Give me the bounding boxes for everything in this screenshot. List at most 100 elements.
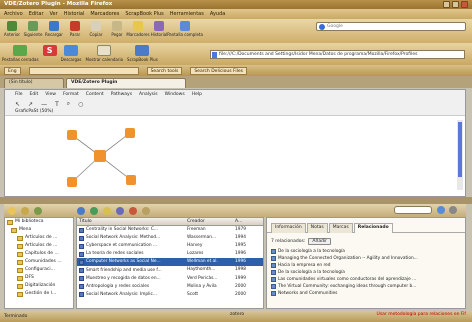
tab-notes[interactable]: Notas [306,223,328,233]
text-tool-icon[interactable]: T [55,101,59,108]
edge-tool-icon[interactable]: ↗ [28,101,33,108]
collection-item[interactable]: Digitalización [5,282,73,290]
closed-tabs-button[interactable]: Pestañas cerradas [2,43,39,62]
collection-item[interactable]: Mena [5,226,73,234]
related-item[interactable]: Las comunidades virtuales como conductor… [271,276,461,283]
related-item[interactable]: Managing the Connected Organization -- A… [271,255,461,262]
new-item-icon[interactable] [77,206,85,215]
table-row[interactable]: Muestreo y recogida de datos en... Verd P… [77,275,263,283]
close-zotero-icon[interactable] [449,206,457,214]
menu-archivo[interactable]: Archivo [4,11,23,17]
export-icon[interactable] [142,206,150,215]
menu-historial[interactable]: Historial [64,11,85,17]
collection-item[interactable]: DFS [5,274,73,282]
menu-editar[interactable]: Editar [29,11,44,17]
graph-node[interactable] [67,177,77,187]
new-note-icon[interactable] [103,206,111,215]
new-collection-icon[interactable] [8,206,16,215]
collection-item[interactable]: Gestión de l... [5,290,73,298]
zotero-search-input[interactable] [394,206,432,214]
search-tools-button[interactable]: Search tools [146,66,183,75]
graph-menu-windows[interactable]: Windows [165,92,185,97]
node-tool-icon[interactable]: ○ [78,101,83,108]
related-item[interactable]: Hacia la empresa en red [271,262,461,269]
table-row[interactable]: Computer Networks as Social Ne... Wellman… [77,258,263,267]
table-row[interactable]: Antropología y redes sociales Molina y Áv… [77,283,263,291]
table-row[interactable]: Centrality in Social Networks: C... Freem… [77,226,263,234]
graph-menu-pathways[interactable]: Pathways [111,92,132,97]
graph-node-center[interactable] [94,150,106,162]
forward-button[interactable]: Siguiente [23,19,43,37]
graph-node[interactable] [125,128,135,138]
related-item[interactable]: De la sociología a la tecnología [271,269,461,276]
link-icon[interactable] [116,206,124,215]
downloads-button[interactable]: Descargas [61,43,82,62]
pane-splitter[interactable] [0,197,472,204]
column-creator[interactable]: Creador [185,218,233,225]
add-related-button[interactable]: Añadir [308,238,332,245]
new-subcollection-icon[interactable] [21,206,29,215]
collection-item[interactable]: Artículos de ... [5,234,73,242]
zotero-status[interactable]: zotero [230,312,244,317]
graph-menu-file[interactable]: File [15,92,23,97]
zoom-tool-icon[interactable]: ⌕ [67,100,70,108]
close-icon[interactable] [461,1,468,8]
stop-button[interactable]: Parar [65,19,85,37]
scrapbook-button[interactable]: ScrapBook Plus [127,43,158,62]
line-tool-icon[interactable]: — [41,101,47,108]
actions-icon[interactable] [34,206,42,215]
table-row[interactable]: Cyberspace et communication ... Harvey 199… [77,242,263,250]
tab-info[interactable]: Información [271,223,306,233]
search-input[interactable]: Google [316,22,466,31]
column-title[interactable]: Título [77,218,185,225]
menu-ayuda[interactable]: Ayuda [210,11,225,17]
graph-menu-format[interactable]: Format [63,92,79,97]
graph-canvas[interactable] [5,116,465,196]
menu-herramientas[interactable]: Herramientas [170,11,204,17]
table-row[interactable]: Social Network Analysis: Implic... Scott 2… [77,291,263,299]
collection-item[interactable]: Artículos de ... [5,242,73,250]
table-row[interactable]: Smart friendship and media use f... Hayth… [77,266,263,274]
delicious-button[interactable]: Search Delicious Files [190,66,247,75]
graph-scrollbar-thumb[interactable] [458,122,462,177]
graph-menu-edit[interactable]: Edit [30,92,39,97]
collection-item[interactable]: Capítulos de ... [5,250,73,258]
bookmarks-button[interactable]: Marcadores [126,19,150,37]
graph-node[interactable] [126,175,136,185]
related-item[interactable]: Networks and Communities [271,290,461,297]
graph-menu-content[interactable]: Content [86,92,104,97]
menu-scrapbook[interactable]: ScrapBook Plus [125,11,163,17]
lang-button[interactable]: Eng [4,66,21,75]
table-row[interactable]: La teoría de redes sociales Lozares 1996 [77,250,263,258]
collection-item[interactable]: Mi biblioteca [5,218,73,226]
copy-button[interactable]: Copiar [86,19,106,37]
add-attachment-icon[interactable] [90,206,98,215]
url-field[interactable]: file:///C:/Documents and Settings/Isidor… [210,50,465,59]
tab-related[interactable]: Relacionado [353,223,393,233]
menu-marcadores[interactable]: Marcadores [90,11,119,17]
back-button[interactable]: Anterior [2,19,22,37]
fullscreen-zotero-icon[interactable] [437,206,445,214]
menu-ver[interactable]: Ver [50,11,58,17]
minimize-icon[interactable] [443,1,450,8]
maximize-icon[interactable] [452,1,459,8]
tab-vde-zotero[interactable]: VDE/Zotero Plugin [66,78,186,88]
locate-icon[interactable] [129,206,137,215]
column-year[interactable]: A... [233,218,263,225]
select-tool-icon[interactable]: ↖ [15,101,20,108]
fullscreen-button[interactable]: Pantalla completa [167,19,203,37]
collection-item[interactable]: Configuraci... [5,266,73,274]
history-button[interactable]: Historial [149,19,169,37]
graph-menu-help[interactable]: Help [192,92,202,97]
paste-button[interactable]: Pegar [107,19,127,37]
calendar-button[interactable]: Mostrar calendario [86,43,123,62]
reload-button[interactable]: Recargar [44,19,64,37]
graph-menu-analysis[interactable]: Analysis [139,92,158,97]
graph-node[interactable] [67,130,77,140]
toolbar-search-input[interactable] [28,66,139,75]
related-item[interactable]: De la sociología a la tecnología [271,248,461,255]
s-button[interactable]: S [42,43,57,56]
tab-tags[interactable]: Marcas [328,223,353,233]
related-item[interactable]: The Virtual Community: exchanging ideas … [271,283,461,290]
graph-menu-view[interactable]: View [45,92,56,97]
